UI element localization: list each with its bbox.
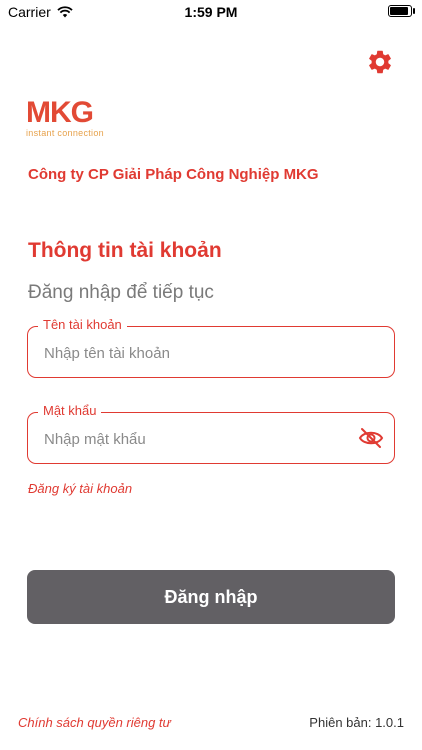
company-name: Công ty CP Giải Pháp Công Nghiệp MKG bbox=[28, 166, 319, 183]
status-time: 1:59 PM bbox=[184, 4, 238, 20]
eye-off-icon[interactable] bbox=[358, 426, 384, 450]
page-subtitle: Đăng nhập để tiếp tục bbox=[28, 282, 214, 303]
app-version: Phiên bản: 1.0.1 bbox=[309, 715, 404, 730]
company-logo: MKG instant connection bbox=[26, 98, 126, 144]
password-input[interactable] bbox=[42, 413, 346, 465]
username-input[interactable] bbox=[42, 327, 346, 379]
page-title: Thông tin tài khoản bbox=[28, 239, 222, 262]
status-right bbox=[388, 5, 415, 17]
privacy-policy-link[interactable]: Chính sách quyền riêng tư bbox=[18, 715, 171, 730]
logo-tagline: instant connection bbox=[26, 128, 104, 138]
password-field[interactable]: Mật khẩu bbox=[27, 403, 395, 465]
register-link[interactable]: Đăng ký tài khoản bbox=[28, 481, 132, 496]
battery-icon bbox=[388, 5, 415, 17]
gear-icon[interactable] bbox=[366, 48, 394, 76]
status-bar: Carrier 1:59 PM bbox=[0, 0, 422, 24]
username-field[interactable]: Tên tài khoản bbox=[27, 317, 395, 379]
login-button[interactable]: Đăng nhập bbox=[27, 570, 395, 624]
logo-text: MKG bbox=[26, 96, 94, 129]
